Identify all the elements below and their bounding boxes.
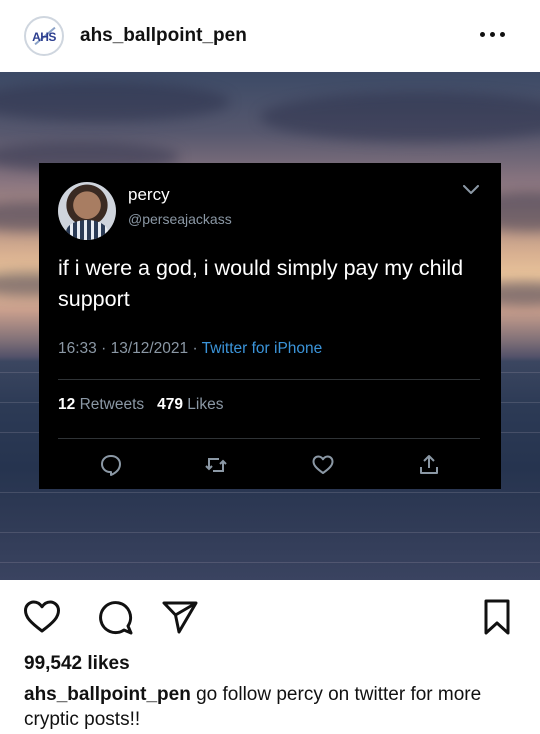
- more-options-icon[interactable]: [478, 28, 508, 42]
- retweets-label[interactable]: Retweets: [80, 396, 145, 413]
- reply-icon[interactable]: [99, 453, 123, 477]
- heart-icon[interactable]: [22, 597, 62, 637]
- profile-avatar[interactable]: AHS: [24, 16, 64, 56]
- tweet-date: 13/12/2021: [110, 340, 189, 357]
- tweet-avatar[interactable]: [58, 182, 116, 240]
- likes-label[interactable]: Likes: [187, 396, 223, 413]
- chevron-down-icon[interactable]: [463, 185, 479, 195]
- retweet-icon[interactable]: [204, 453, 228, 477]
- retweets-count[interactable]: 12: [58, 396, 75, 413]
- tweet-card: percy @perseajackass if i were a god, i …: [39, 163, 501, 489]
- tweet-source[interactable]: Twitter for iPhone: [202, 340, 323, 357]
- post-username[interactable]: ahs_ballpoint_pen: [80, 25, 247, 47]
- bookmark-icon[interactable]: [477, 597, 517, 637]
- tweet-text: if i were a god, i would simply pay my c…: [58, 256, 464, 311]
- meta-separator: ·: [192, 340, 202, 357]
- share-icon[interactable]: [417, 453, 441, 477]
- send-icon[interactable]: [160, 597, 200, 637]
- like-icon[interactable]: [311, 453, 335, 477]
- tweet-stats: 12 Retweets 479 Likes: [58, 396, 223, 414]
- tweet-divider: [58, 438, 480, 439]
- tweet-divider: [58, 379, 480, 380]
- meta-separator: ·: [101, 340, 111, 357]
- comment-icon[interactable]: [95, 597, 135, 637]
- tweet-meta: 16:33 · 13/12/2021 · Twitter for iPhone: [58, 340, 322, 358]
- avatar-logo-text: AHS: [32, 30, 56, 44]
- tweet-time: 16:33: [58, 340, 97, 357]
- caption-username[interactable]: ahs_ballpoint_pen: [24, 684, 191, 705]
- likes-count[interactable]: 479: [157, 396, 183, 413]
- post-caption: ahs_ballpoint_pen go follow percy on twi…: [24, 682, 524, 732]
- tweet-author-handle[interactable]: @perseajackass: [128, 211, 232, 227]
- post-header: AHS ahs_ballpoint_pen: [0, 0, 540, 72]
- likes-count[interactable]: 99,542 likes: [24, 653, 130, 675]
- tweet-author-name[interactable]: percy: [128, 185, 170, 205]
